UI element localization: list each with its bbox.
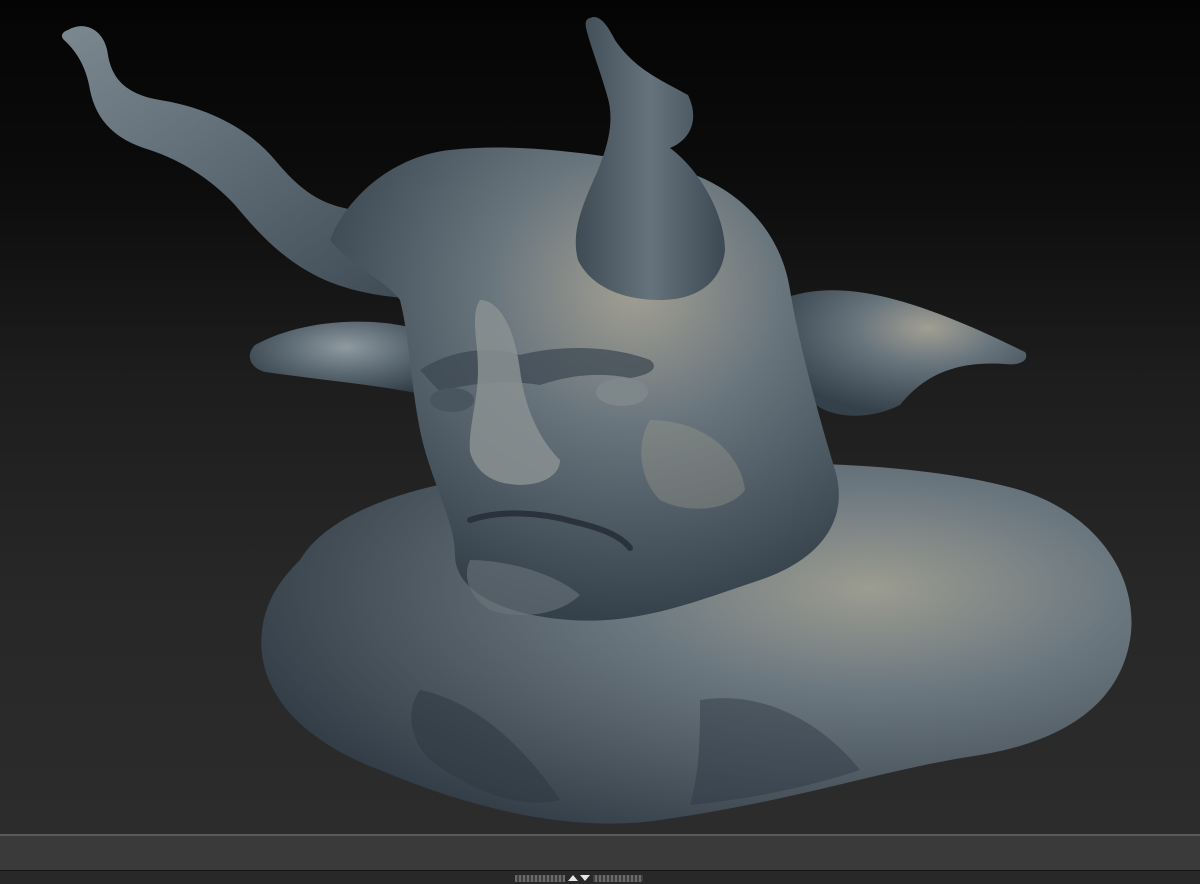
app-window: [0, 0, 1200, 884]
arrow-down-icon: [580, 875, 590, 881]
model-right-eye: [596, 378, 648, 406]
bottom-shelf[interactable]: [0, 836, 1200, 871]
3d-viewport-canvas[interactable]: [0, 0, 1200, 834]
tray-toggle-button[interactable]: [565, 872, 593, 884]
model-left-ear: [249, 321, 425, 395]
model-right-ear: [780, 290, 1027, 416]
model-left-eye: [430, 388, 474, 412]
sculpt-model[interactable]: [0, 0, 1200, 834]
arrow-up-icon: [568, 875, 578, 881]
